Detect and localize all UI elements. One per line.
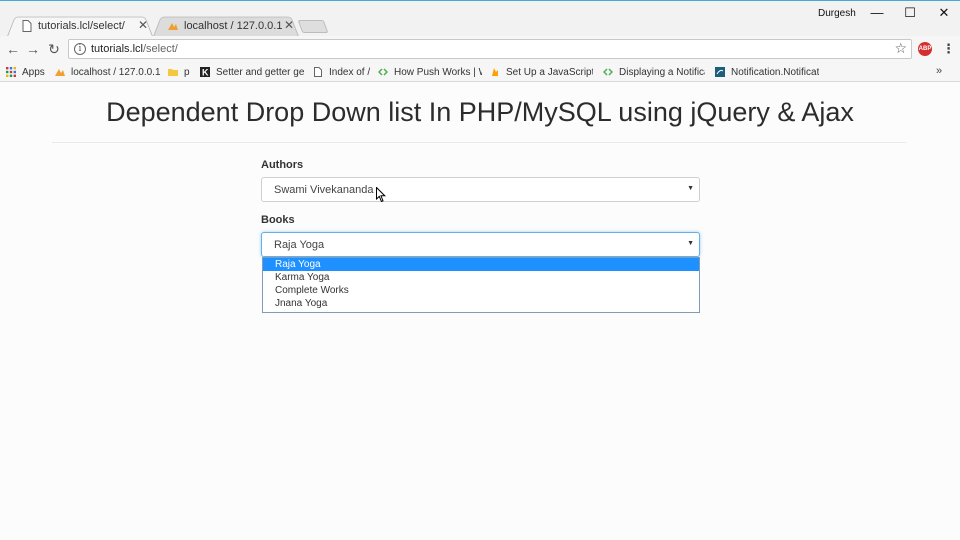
k-icon: K [200, 67, 210, 77]
page-icon [22, 20, 32, 32]
option-karma-yoga[interactable]: Karma Yoga [263, 271, 699, 284]
minimize-button[interactable]: — [862, 5, 892, 21]
folder-icon [168, 69, 178, 76]
books-options-list: Raja Yoga Karma Yoga Complete Works Jnan… [262, 257, 700, 313]
bookmarks-bar: Apps localhost / 127.0.0.1 | p K Setter … [0, 62, 960, 82]
info-icon[interactable]: i [74, 43, 86, 55]
bookmark-folder-p[interactable]: p [168, 65, 192, 79]
page-content: Dependent Drop Down list In PHP/MySQL us… [0, 83, 960, 540]
authors-label: Authors [261, 159, 304, 171]
new-tab-button[interactable] [297, 20, 329, 33]
tab-title: localhost / 127.0.0.1 / re [184, 20, 284, 32]
url-text: tutorials.lcl/select/ [91, 43, 178, 55]
books-label: Books [261, 214, 295, 226]
option-complete-works[interactable]: Complete Works [263, 284, 699, 297]
option-raja-yoga[interactable]: Raja Yoga [263, 258, 699, 271]
profile-name[interactable]: Durgesh [818, 8, 856, 19]
bookmark-push-works[interactable]: How Push Works | W [378, 65, 482, 79]
address-bar[interactable]: i tutorials.lcl/select/ ☆ [68, 39, 912, 59]
mdn-icon [715, 67, 725, 77]
bookmarks-overflow-icon[interactable]: » [936, 65, 942, 77]
bookmark-displaying-notification[interactable]: Displaying a Notificat [603, 65, 705, 79]
forward-icon[interactable]: → [24, 40, 42, 58]
divider [52, 142, 906, 143]
page-title: Dependent Drop Down list In PHP/MySQL us… [106, 97, 854, 127]
tab-title: tutorials.lcl/select/ [38, 20, 125, 32]
dropdown-arrow-icon: ▼ [687, 240, 694, 247]
mouse-cursor-icon [376, 187, 386, 203]
option-jnana-yoga[interactable]: Jnana Yoga [263, 297, 699, 310]
title-bar: tutorials.lcl/select/ ✕ localhost / 127.… [0, 0, 960, 39]
code-icon [378, 68, 388, 76]
bookmark-setter-getter[interactable]: K Setter and getter ger [200, 65, 304, 79]
bookmark-apps[interactable]: Apps [6, 65, 50, 79]
tab-close-icon[interactable]: ✕ [136, 18, 150, 32]
apps-grid-icon [6, 67, 16, 77]
bookmark-notification[interactable]: Notification.Notificati [715, 65, 819, 79]
page-icon [314, 67, 322, 77]
code-icon [603, 68, 613, 76]
bookmark-index-of[interactable]: Index of / [313, 65, 373, 79]
phpmyadmin-icon [168, 23, 178, 30]
authors-selected-value: Swami Vivekananda [274, 184, 374, 196]
firebase-icon [492, 68, 498, 76]
svg-text:K: K [202, 68, 209, 78]
toolbar: ← → ↻ i tutorials.lcl/select/ ☆ ABP ⋮ [0, 36, 960, 62]
back-icon[interactable]: ← [4, 40, 22, 58]
authors-select[interactable]: Swami Vivekananda ▼ [261, 177, 700, 202]
bookmark-star-icon[interactable]: ☆ [894, 40, 907, 57]
close-window-button[interactable]: ✕ [929, 5, 959, 21]
adblock-icon[interactable]: ABP [918, 42, 932, 56]
bookmark-localhost[interactable]: localhost / 127.0.0.1 | [55, 65, 161, 79]
tab-close-icon[interactable]: ✕ [282, 18, 296, 32]
books-selected-value: Raja Yoga [274, 239, 325, 251]
books-select[interactable]: Raja Yoga ▼ [261, 232, 700, 257]
phpmyadmin-icon [55, 69, 65, 76]
dropdown-arrow-icon: ▼ [687, 185, 694, 192]
bookmark-javascript[interactable]: Set Up a JavaScript Fi [490, 65, 593, 79]
menu-icon[interactable]: ⋮ [942, 41, 955, 57]
reload-icon[interactable]: ↻ [45, 40, 63, 58]
maximize-button[interactable]: ☐ [895, 5, 925, 21]
